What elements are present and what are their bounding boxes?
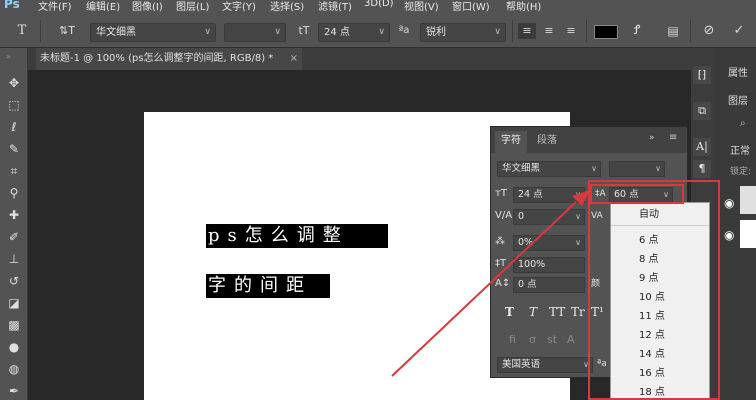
annotation-arrow [391, 190, 590, 377]
annotation-arrow-line [391, 201, 577, 377]
